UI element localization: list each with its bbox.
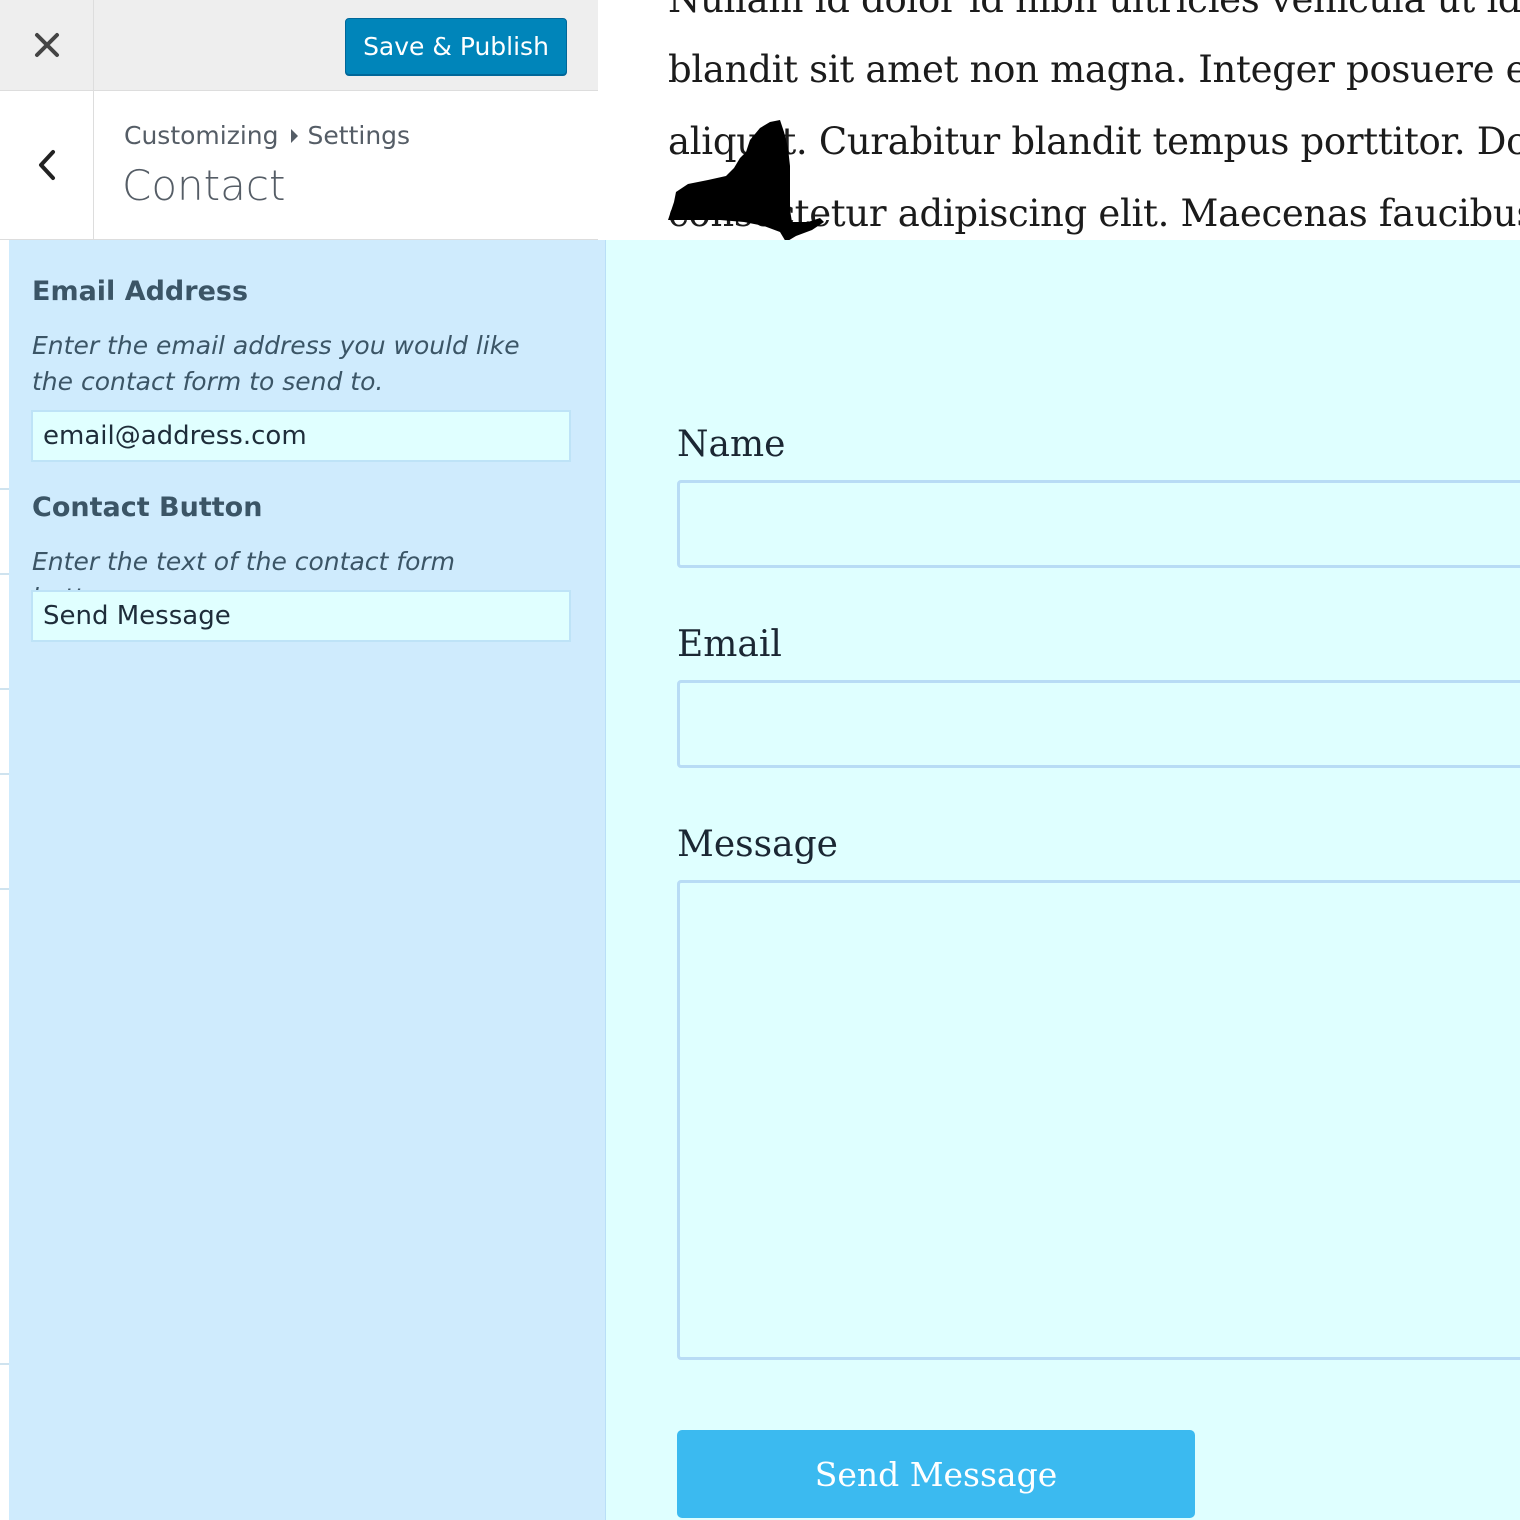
name-field[interactable]: [677, 480, 1520, 568]
divider: [0, 1363, 9, 1365]
section-header: Customizing Settings Contact: [0, 91, 598, 240]
divider: [0, 573, 9, 575]
preview-contact-form: Name Email Message Send Message: [606, 240, 1520, 1520]
chevron-left-icon: [38, 150, 55, 180]
section-title: Contact: [122, 161, 286, 210]
message-label: Message: [677, 824, 838, 865]
email-address-description: Enter the email address you would like t…: [32, 331, 520, 396]
close-icon: [34, 33, 59, 57]
breadcrumb-item-settings: Settings: [307, 121, 411, 150]
email-address-input[interactable]: [31, 410, 571, 462]
name-label: Name: [677, 424, 786, 465]
breadcrumb-item-customizing: Customizing: [124, 121, 279, 150]
save-publish-button[interactable]: Save & Publish: [345, 18, 567, 75]
divider: [0, 773, 9, 775]
panel-edge: [0, 240, 9, 1520]
caret-right-icon: [290, 128, 298, 143]
divider: [0, 488, 9, 490]
send-message-button[interactable]: Send Message: [677, 1430, 1195, 1518]
breadcrumb: Customizing Settings: [124, 121, 410, 150]
contact-button-input[interactable]: [31, 590, 571, 642]
contact-button-label: Contact Button: [32, 492, 263, 523]
email-address-label: Email Address: [32, 276, 249, 307]
paragraph-line: Nullam id dolor id nibh ultricies vehicu…: [668, 0, 1520, 21]
email-field[interactable]: [677, 680, 1520, 768]
customizer-header: Save & Publish: [0, 0, 598, 91]
close-button[interactable]: [0, 0, 94, 90]
back-button[interactable]: [0, 91, 94, 239]
paragraph-line: blandit sit amet non magna. Integer posu…: [668, 48, 1520, 91]
new-york-state-icon: [668, 120, 824, 240]
message-field[interactable]: [677, 880, 1520, 1360]
controls-panel: Email Address Enter the email address yo…: [0, 240, 606, 1520]
email-label: Email: [677, 624, 782, 665]
divider: [0, 688, 9, 690]
divider: [0, 888, 9, 890]
preview-page-content: Nullam id dolor id nibh ultricies vehicu…: [598, 0, 1520, 240]
